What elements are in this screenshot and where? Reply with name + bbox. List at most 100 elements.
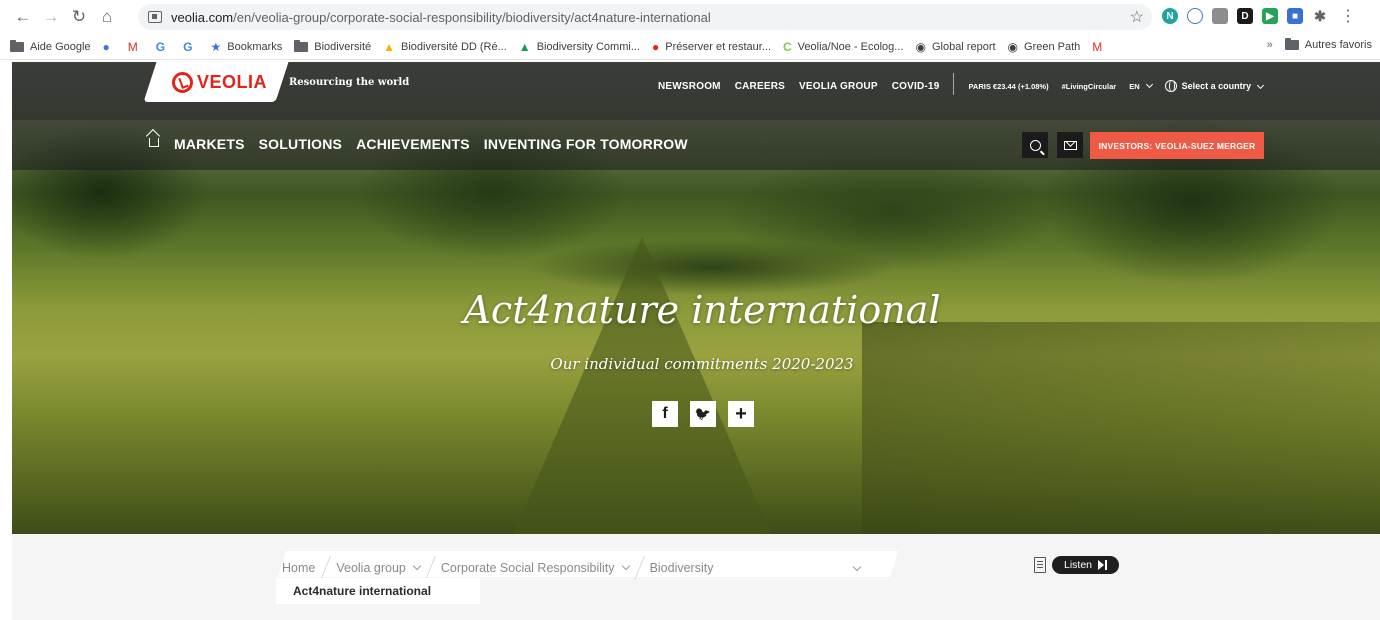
country-select[interactable]: Select a country	[1164, 80, 1265, 92]
more-share-button[interactable]: +	[728, 401, 754, 427]
breadcrumb-current: Act4nature international	[293, 584, 432, 598]
bookmark-profile[interactable]: ●	[103, 40, 116, 54]
bookmark-preserver[interactable]: ● Préserver et restaur...	[652, 40, 771, 54]
nav-achievements[interactable]: ACHIEVEMENTS	[356, 136, 470, 152]
nav-careers[interactable]: CAREERS	[735, 81, 785, 92]
address-bar[interactable]: veolia.com/en/veolia-group/corporate-soc…	[138, 4, 1152, 30]
gmail-icon: M	[1092, 39, 1103, 54]
stock-ticker[interactable]: PARIS €23.44 (+1.08%)	[968, 82, 1048, 91]
google-icon: G	[155, 39, 166, 54]
hero-banner: VEOLIA Resourcing the world NEWSROOM CAR…	[12, 62, 1380, 534]
document-audio-icon[interactable]	[1034, 557, 1046, 573]
bookmarks-bar: Aide Google ● M G G ★ Bookmarks Biodivers…	[0, 34, 1380, 60]
reload-icon[interactable]: ↻	[66, 4, 92, 30]
contact-button[interactable]	[1057, 132, 1083, 158]
profile-icon: ●	[102, 39, 110, 54]
chevron-down-icon	[1257, 81, 1265, 89]
divider	[953, 73, 955, 95]
mail-icon	[1063, 140, 1077, 150]
bookmark-biodiversite-dd[interactable]: ▲ Biodiversité DD (Ré...	[383, 40, 507, 54]
bookmark-google-2[interactable]: G	[183, 40, 198, 54]
twitter-share-button[interactable]: 🐦	[690, 401, 716, 427]
bookmark-biodiversite[interactable]: Biodiversité	[294, 39, 371, 53]
bookmark-biodiversity-commi[interactable]: ▲ Biodiversity Commi...	[519, 40, 640, 54]
page-subtitle: Our individual commitments 2020-2023	[550, 355, 854, 373]
breadcrumb-biodiversity[interactable]: Biodiversity	[650, 561, 861, 575]
living-circular-link[interactable]: #LivingCircular	[1062, 82, 1117, 91]
web-page: VEOLIA Resourcing the world NEWSROOM CAR…	[12, 62, 1380, 620]
extension-window-icon[interactable]	[1212, 8, 1228, 24]
extension-search-icon[interactable]	[1187, 8, 1203, 24]
breadcrumb: Home Veolia group Corporate Social Respo…	[282, 556, 861, 580]
veolia-logo[interactable]: VEOLIA	[172, 72, 267, 93]
nav-veolia-group[interactable]: VEOLIA GROUP	[799, 81, 878, 92]
bookmark-gmail[interactable]: M	[128, 40, 144, 54]
meadow-shade-decoration	[862, 322, 1380, 534]
language-select[interactable]: EN	[1129, 80, 1153, 91]
gmail-icon: M	[127, 39, 138, 54]
site-info-icon[interactable]	[148, 11, 162, 23]
extension-play-icon[interactable]: ▶	[1262, 8, 1278, 24]
twitter-icon: 🐦	[694, 406, 712, 421]
play-icon	[1098, 560, 1105, 570]
globe-bookmark-icon: ◉	[915, 39, 926, 54]
bookmark-gmail-2[interactable]: M	[1092, 40, 1108, 54]
breadcrumb-separator	[633, 556, 645, 580]
chevron-down-icon	[621, 561, 630, 571]
search-icon	[1029, 139, 1041, 151]
extensions-area: N D ▶ ■ ✱ ⋮	[1162, 6, 1356, 26]
bookmark-star-icon[interactable]: ☆	[1130, 7, 1144, 27]
veolia-logo-icon	[172, 72, 193, 93]
breadcrumb-separator	[320, 556, 332, 580]
play-bar-icon	[1105, 560, 1108, 570]
drive-icon: ▲	[518, 39, 531, 54]
listen-button[interactable]: Listen	[1052, 556, 1120, 574]
breadcrumb-section: Home Veolia group Corporate Social Respo…	[12, 534, 1380, 620]
google-icon: G	[183, 39, 193, 54]
bookmark-google-1[interactable]: G	[156, 40, 171, 54]
facebook-icon: f	[662, 405, 668, 422]
extension-n-icon[interactable]: N	[1162, 8, 1178, 24]
chevron-down-icon	[1145, 80, 1153, 88]
breadcrumb-veolia-group[interactable]: Veolia group	[336, 561, 422, 575]
breadcrumb-home[interactable]: Home	[282, 561, 315, 575]
tagline: Resourcing the world	[289, 77, 410, 88]
plus-icon: +	[735, 402, 747, 425]
back-icon[interactable]: ←	[10, 4, 36, 30]
nav-inventing-for-tomorrow[interactable]: INVENTING FOR TOMORROW	[484, 136, 688, 152]
browser-menu-icon[interactable]: ⋮	[1340, 6, 1356, 26]
folder-icon	[1284, 38, 1299, 50]
home-browser-icon[interactable]: ⌂	[94, 4, 120, 30]
nav-newsroom[interactable]: NEWSROOM	[658, 81, 721, 92]
nav-markets[interactable]: MARKETS	[174, 136, 245, 152]
investors-merger-button[interactable]: INVESTORS: VEOLIA-SUEZ MERGER	[1090, 132, 1264, 159]
facebook-share-button[interactable]: f	[652, 401, 678, 427]
bookmarks-overflow: » Autres favoris	[1267, 38, 1372, 51]
folder-icon	[10, 39, 24, 52]
folder-icon	[294, 39, 309, 52]
bookmark-aide-google[interactable]: Aide Google	[10, 39, 91, 53]
bookmark-green-path[interactable]: ◉ Green Path	[1008, 40, 1081, 54]
breadcrumb-csr[interactable]: Corporate Social Responsibility	[441, 561, 630, 575]
other-bookmarks-button[interactable]: Autres favoris	[1305, 39, 1372, 51]
browser-toolbar: ← → ↻ ⌂ veolia.com/en/veolia-group/corpo…	[0, 0, 1380, 34]
extension-blue-icon[interactable]: ■	[1287, 8, 1303, 24]
extension-dark-icon[interactable]: D	[1237, 8, 1253, 24]
meadow-path-decoration	[512, 237, 772, 534]
home-icon[interactable]	[149, 138, 159, 147]
bookmark-global-report[interactable]: ◉ Global report	[915, 40, 995, 54]
bookmark-veolia-noe[interactable]: C Veolia/Noe - Ecolog...	[783, 40, 903, 54]
drive-icon: ▲	[383, 39, 396, 54]
extensions-puzzle-icon[interactable]: ✱	[1312, 8, 1328, 24]
nav-covid-19[interactable]: COVID-19	[892, 81, 940, 92]
listen-widget: Listen	[1034, 556, 1120, 574]
nav-solutions[interactable]: SOLUTIONS	[259, 136, 342, 152]
c-logo-icon: C	[783, 39, 792, 54]
forward-icon[interactable]: →	[38, 4, 64, 30]
search-button[interactable]	[1022, 132, 1048, 158]
breadcrumb-separator	[425, 556, 436, 580]
url-text: veolia.com/en/veolia-group/corporate-soc…	[171, 9, 711, 25]
star-icon: ★	[210, 39, 222, 54]
bookmark-bookmarks[interactable]: ★ Bookmarks	[210, 40, 282, 54]
more-bookmarks-button[interactable]: »	[1267, 39, 1273, 51]
